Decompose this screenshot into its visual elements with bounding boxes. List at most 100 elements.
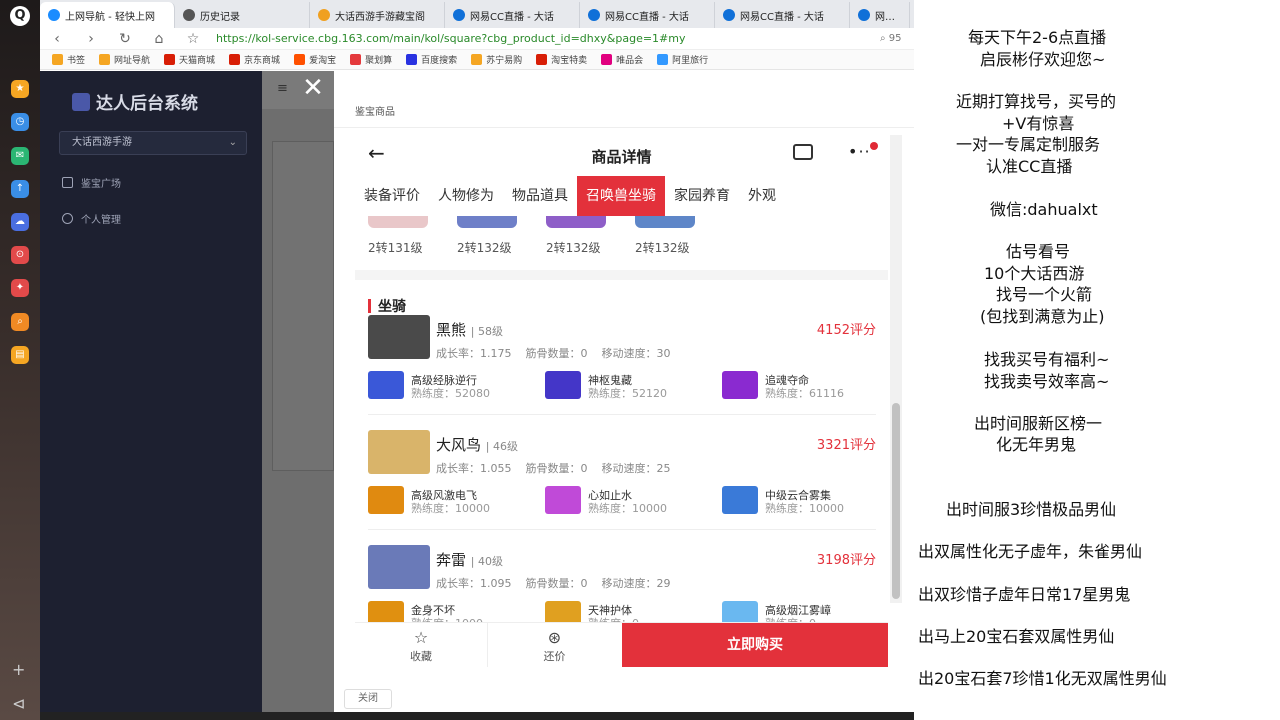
mount-avatar <box>368 545 430 589</box>
pet-level: 2转132级 <box>635 241 690 255</box>
dock-app-icon[interactable]: ⊙ <box>11 246 29 264</box>
bookmark-star-icon[interactable]: ☆ <box>176 31 210 47</box>
close-icon[interactable]: ✕ <box>300 75 326 102</box>
skill-exp: 熟练度：10000 <box>765 502 844 515</box>
bookmark-item[interactable]: 阿里旅行 <box>657 53 708 66</box>
browser-logo-icon[interactable]: Q <box>10 6 30 26</box>
mount-card[interactable]: 黑熊 | 58级 4152评分 成长率：1.175 筋骨数量：0 移动速度：30 高级经… <box>368 315 876 427</box>
buy-now-button[interactable]: 立即购买 <box>622 623 888 667</box>
skill-icon <box>368 486 404 514</box>
mount-skill[interactable]: 天神护体 熟练度：0 <box>545 601 705 622</box>
overlay-line: 微信:dahualxt <box>990 200 1098 219</box>
pet-level: 2转132级 <box>546 241 601 255</box>
dock-app-icon[interactable]: ↑ <box>11 180 29 198</box>
browser-tab[interactable]: 网易CC直播 - 大话 <box>445 2 580 28</box>
bookmark-label: 爱淘宝 <box>309 56 337 66</box>
bookmark-item[interactable]: 京东商城 <box>229 53 280 66</box>
tab-label: 历史记录 <box>200 11 240 23</box>
back-icon[interactable]: ‹ <box>40 31 74 47</box>
browser-tab[interactable]: 大话西游手游藏宝阁 <box>310 2 445 28</box>
tab-label: 网易CC直播 - 大话 <box>605 11 689 23</box>
browser-tab[interactable]: 网易CC直播 - 大话 <box>715 2 850 28</box>
bookmark-item[interactable]: 百度搜索 <box>406 53 457 66</box>
dock-app-icon[interactable]: ⌕ <box>11 313 29 331</box>
mount-skill[interactable]: 高级烟江雾嶂 熟练度：0 <box>722 601 882 622</box>
more-icon[interactable]: •·· <box>848 142 871 161</box>
mount-card[interactable]: 大风鸟 | 46级 3321评分 成长率：1.055 筋骨数量：0 移动速度：25 高级… <box>368 430 876 542</box>
dock-app-icon[interactable]: ☁ <box>11 213 29 231</box>
dock-app-icon[interactable]: ▤ <box>11 346 29 364</box>
game-select[interactable]: 大话西游手游 ⌄ <box>59 131 247 155</box>
overlay-line: 找号一个火箭 <box>996 285 1093 304</box>
close-drawer-button[interactable]: 关闭 <box>344 689 392 709</box>
bookmark-icon <box>52 54 63 65</box>
collapse-icon[interactable]: ⊲ <box>12 694 25 713</box>
pet-thumbnail[interactable] <box>546 216 606 228</box>
forward-icon[interactable]: › <box>74 31 108 47</box>
dock-app-icon[interactable]: ◷ <box>11 113 29 131</box>
bookmark-item[interactable]: 唯品会 <box>601 53 643 66</box>
sidebar-item-square[interactable]: 鉴宝广场 <box>62 175 121 190</box>
favorite-button[interactable]: ☆ 收藏 <box>355 623 488 667</box>
add-icon[interactable]: + <box>12 660 25 679</box>
scrollbar[interactable] <box>890 135 902 603</box>
browser-tab[interactable]: 网易CC直播 - 大话 <box>580 2 715 28</box>
pet-thumbnail[interactable] <box>457 216 517 228</box>
reload-icon[interactable]: ↻ <box>108 31 142 47</box>
growth-rate: 成长率：1.175 <box>436 347 512 360</box>
bookmark-item[interactable]: 书签 <box>52 53 85 66</box>
sidebar-item-personal[interactable]: 个人管理 <box>62 211 121 226</box>
detail-tab[interactable]: 召唤兽坐骑 <box>577 176 665 216</box>
mount-skill[interactable]: 神枢鬼藏 熟练度：52120 <box>545 371 705 401</box>
bookmark-item[interactable]: 天猫商城 <box>164 53 215 66</box>
pet-thumbnails: 2转131级 2转132级 2转132级 2转132级 <box>355 216 888 268</box>
browser-tab[interactable]: 上网导航 - 轻快上网 <box>40 2 175 28</box>
home-icon[interactable]: ⌂ <box>142 31 176 47</box>
detail-header: ← 商品详情 •·· <box>355 128 888 178</box>
bookmark-label: 百度搜索 <box>421 56 458 66</box>
dock-app-icon[interactable]: ✉ <box>11 147 29 165</box>
bargain-button[interactable]: ⊛ 还价 <box>488 623 621 667</box>
detail-tab[interactable]: 外观 <box>739 176 785 216</box>
mount-score: 3198评分 <box>816 553 876 568</box>
pet-thumbnail[interactable] <box>368 216 428 228</box>
pet-thumbnail[interactable] <box>635 216 695 228</box>
mount-card[interactable]: 奔雷 | 40级 3198评分 成长率：1.095 筋骨数量：0 移动速度：29 金身不… <box>368 545 876 622</box>
bookmark-item[interactable]: 爱淘宝 <box>294 53 336 66</box>
dock-app-icon[interactable]: ★ <box>11 80 29 98</box>
bookmark-item[interactable]: 淘宝特卖 <box>536 53 587 66</box>
bargain-label: 还价 <box>543 650 566 663</box>
overlay-line: 启辰彬仔欢迎您~ <box>980 50 1106 69</box>
tab-favicon-icon <box>183 9 195 21</box>
overlay-line: 出双属性化无子虚年，朱雀男仙 <box>918 542 1143 561</box>
mount-skill[interactable]: 高级经脉逆行 熟练度：52080 <box>368 371 528 401</box>
menu-icon[interactable]: ≡ <box>277 81 288 96</box>
bookmark-item[interactable]: 网址导航 <box>99 53 150 66</box>
detail-tab[interactable]: 装备评价 <box>355 176 429 216</box>
browser-tab[interactable]: 历史记录 <box>175 2 310 28</box>
mount-skill[interactable]: 心如止水 熟练度：10000 <box>545 486 705 516</box>
detail-tab[interactable]: 物品道具 <box>503 176 577 216</box>
zoom-level[interactable]: ⌕ 95 <box>880 33 914 44</box>
detail-tab[interactable]: 家园养育 <box>665 176 739 216</box>
favorite-label: 收藏 <box>410 650 432 663</box>
tab-label: 网易CC <box>875 11 901 23</box>
overlay-line: 出时间服3珍惜极品男仙 <box>946 500 1117 519</box>
mount-skill[interactable]: 高级风激电飞 熟练度：10000 <box>368 486 528 516</box>
share-icon[interactable] <box>793 144 813 160</box>
scrollbar-thumb[interactable] <box>892 403 900 599</box>
detail-tab[interactable]: 人物修为 <box>429 176 503 216</box>
drawer-title: 鉴宝商品 <box>355 107 395 118</box>
dock-app-icon[interactable]: ✦ <box>11 279 29 297</box>
mount-skill[interactable]: 中级云合雾集 熟练度：10000 <box>722 486 882 516</box>
tab-label: 网易CC直播 - 大话 <box>740 11 824 23</box>
mount-skill[interactable]: 金身不坏 熟练度：1000 <box>368 601 528 622</box>
url-field[interactable]: https://kol-service.cbg.163.com/main/kol… <box>216 32 880 45</box>
bookmark-item[interactable]: 苏宁易购 <box>471 53 522 66</box>
mount-skill[interactable]: 追魂夺命 熟练度：61116 <box>722 371 882 401</box>
bookmark-label: 阿里旅行 <box>672 56 709 66</box>
bookmark-item[interactable]: 聚划算 <box>350 53 392 66</box>
tab-favicon-icon <box>588 9 600 21</box>
detail-scroll-area[interactable]: 2转131级 2转132级 2转132级 2转132级 坐骑 黑熊 | 58级 4152… <box>355 216 888 622</box>
browser-tab[interactable]: 网易CC <box>850 2 910 28</box>
